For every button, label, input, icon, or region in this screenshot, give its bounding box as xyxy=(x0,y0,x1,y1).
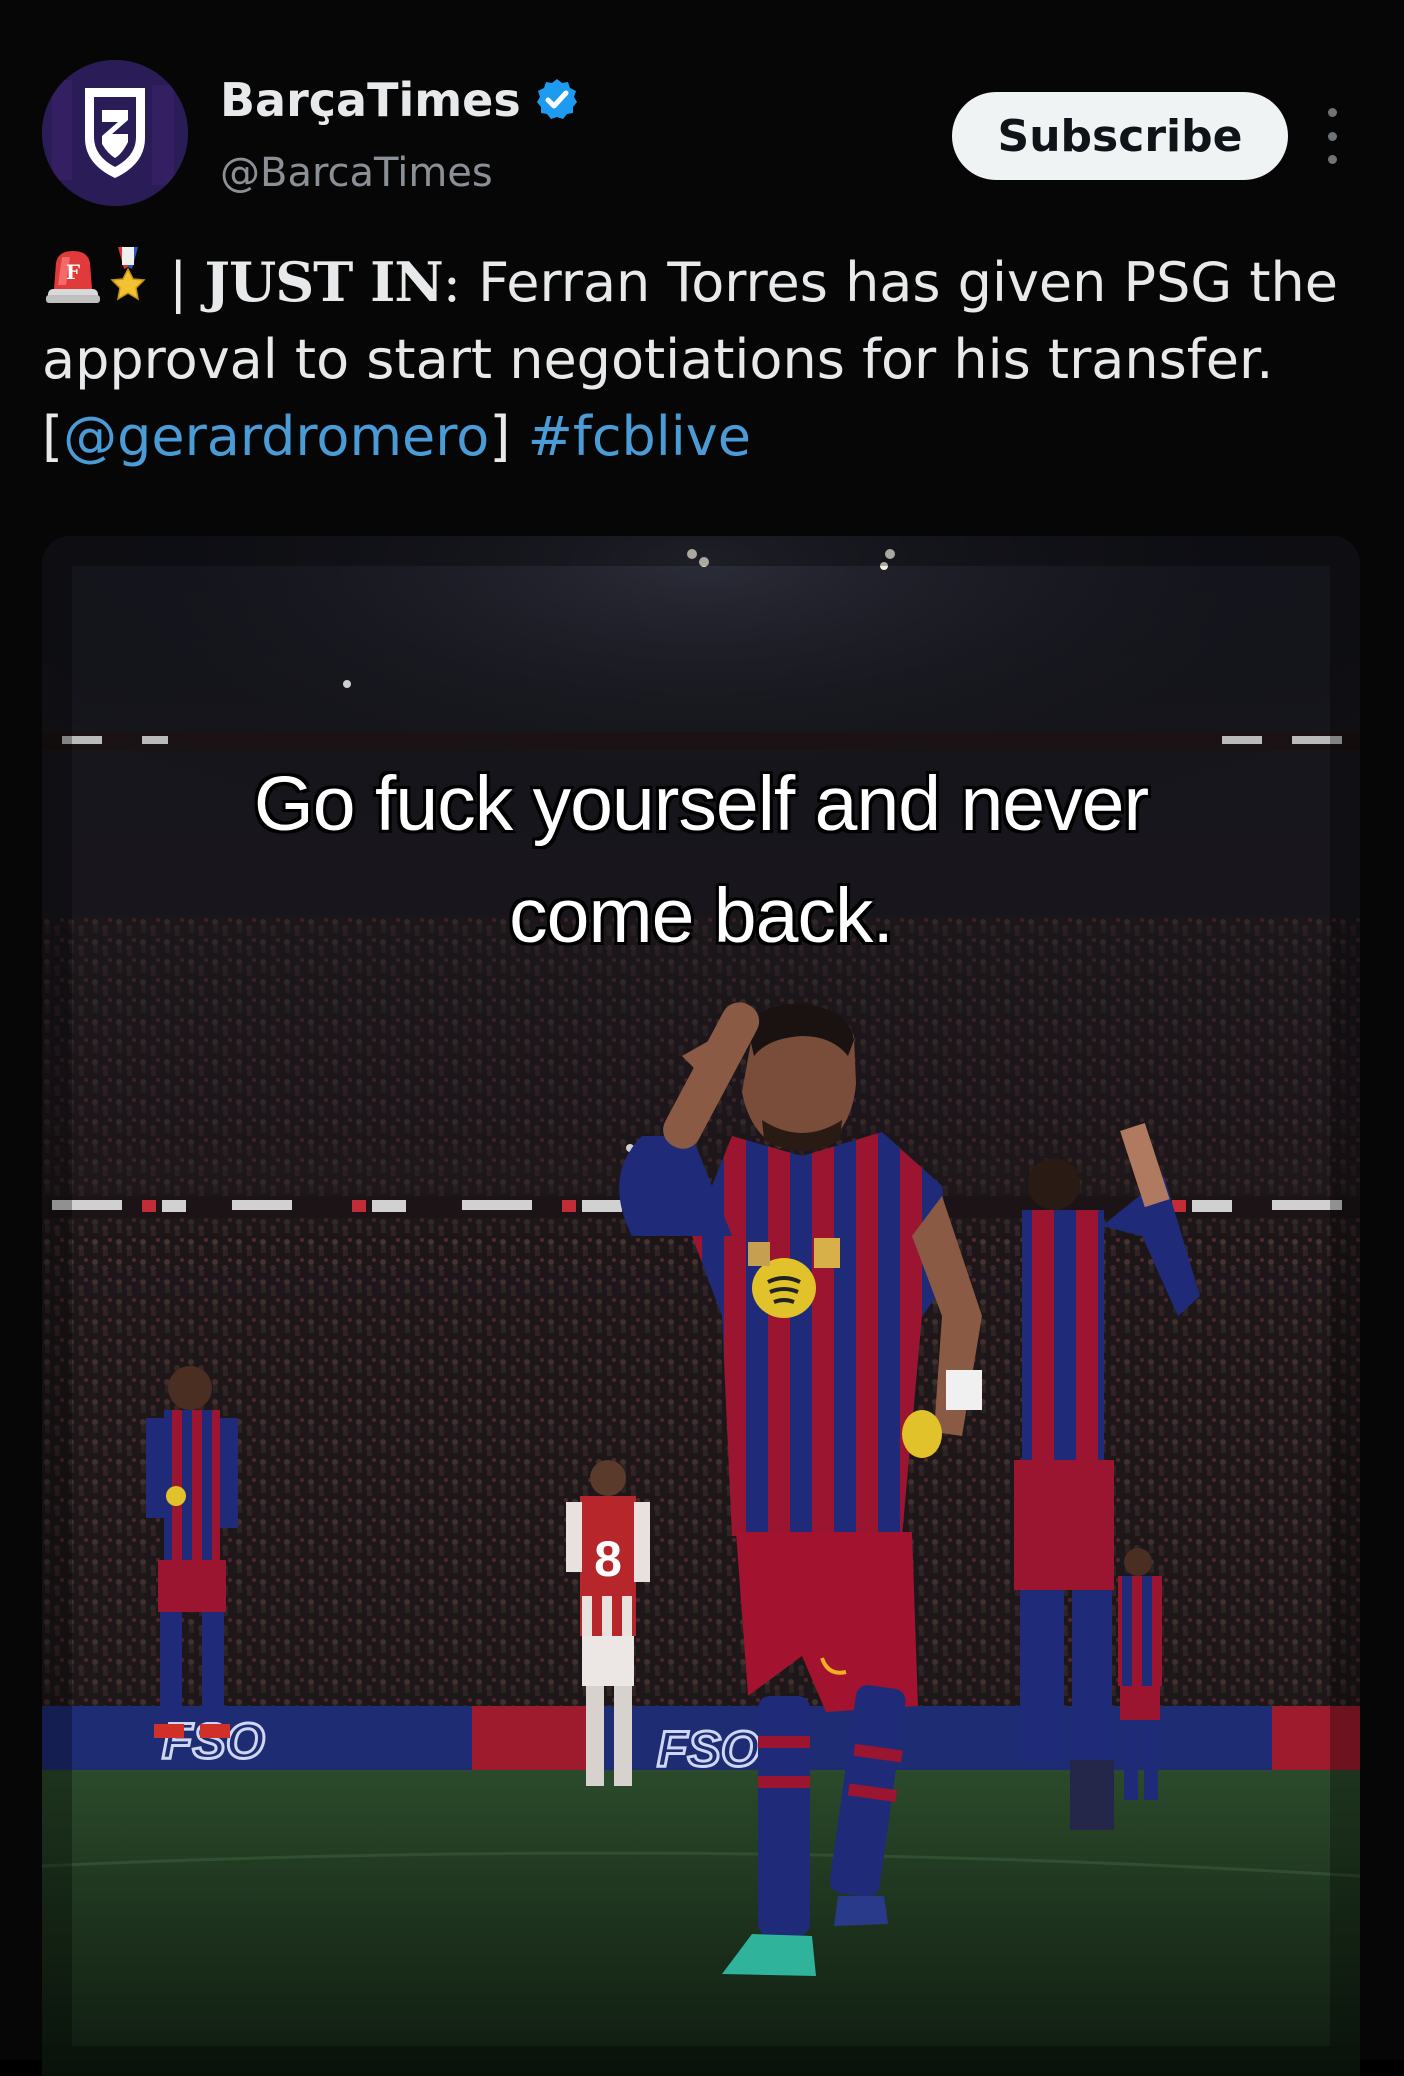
just-in-colon: : xyxy=(442,251,461,314)
account-handle[interactable]: @BarcaTimes xyxy=(220,150,493,196)
subscribe-button[interactable]: Subscribe xyxy=(952,92,1288,180)
post-card: BarçaTimes @BarcaTimes Subscribe F | JUS… xyxy=(0,0,1404,2076)
mention-link[interactable]: @gerardromero xyxy=(63,405,489,468)
barca-times-shield-logo xyxy=(42,60,188,206)
meme-caption: Go fuck yourself and never come back. xyxy=(42,748,1360,972)
avatar[interactable] xyxy=(42,60,188,206)
bracket-close: ] xyxy=(489,405,528,468)
post-media[interactable]: FSO FSO 8 Go fuck yourself and never com… xyxy=(42,536,1360,2076)
caption-line-1: Go fuck yourself and never xyxy=(253,761,1149,847)
shirt-number: 8 xyxy=(594,1531,622,1587)
separator: | xyxy=(169,251,188,314)
name-row: BarçaTimes xyxy=(220,68,581,132)
more-vertical-icon[interactable] xyxy=(1316,108,1348,164)
display-name[interactable]: BarçaTimes xyxy=(220,73,521,127)
bracket-open: [ xyxy=(42,405,64,468)
medal-emoji xyxy=(104,245,152,307)
caption-line-2: come back. xyxy=(509,873,894,959)
police-light-emoji: F xyxy=(42,245,104,307)
hashtag-link[interactable]: #fcblive xyxy=(528,405,751,468)
svg-text:F: F xyxy=(66,260,80,284)
verified-badge-icon xyxy=(536,79,577,119)
ad-board-text-mid: FSO xyxy=(657,1721,760,1777)
tweet-text: F | JUST IN: Ferran Torres has given PSG… xyxy=(42,244,1362,475)
just-in-label: JUST IN xyxy=(204,250,444,314)
